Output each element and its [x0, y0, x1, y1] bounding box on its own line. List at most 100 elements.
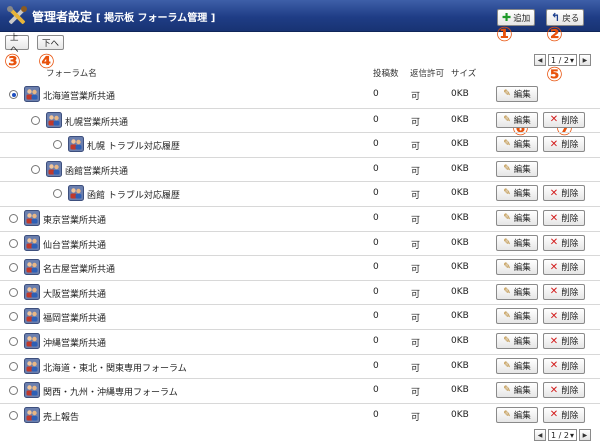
edit-button[interactable]: ✎ 編集 — [496, 308, 538, 325]
forum-size: 0KB — [451, 262, 469, 273]
delete-button[interactable]: ✕ 削除 — [543, 185, 585, 202]
forum-select-radio[interactable] — [9, 238, 18, 248]
edit-button[interactable]: ✎ 編集 — [496, 283, 538, 300]
page-title-text: 管理者設定 — [32, 10, 93, 24]
forum-group-icon — [46, 160, 62, 177]
edit-button-label: 編集 — [513, 337, 531, 347]
forum-select-radio[interactable] — [53, 189, 62, 199]
callout-5: ⑤ — [546, 62, 563, 86]
x-icon: ✕ — [549, 409, 559, 421]
edit-button[interactable]: ✎ 編集 — [496, 185, 538, 202]
forum-row[interactable]: 北海道営業所共通 0 可 0KB ✎ 編集 — [0, 83, 600, 108]
delete-button[interactable]: ✕ 削除 — [543, 136, 585, 153]
forum-reply-permission: 可 — [411, 289, 421, 300]
forum-select-radio[interactable] — [31, 164, 40, 174]
chevron-down-icon: ▾ — [569, 55, 574, 65]
pencil-icon: ✎ — [503, 89, 511, 99]
forum-row[interactable]: 福岡営業所共通 0 可 0KB ✎ 編集 ✕ 削除 — [0, 304, 600, 329]
forum-row[interactable]: 札幌 トラブル対応履歴 0 可 0KB ✎ 編集 ✕ 削除 — [0, 132, 600, 157]
forum-row[interactable]: 名古屋営業所共通 0 可 0KB ✎ 編集 ✕ 削除 — [0, 255, 600, 280]
pencil-icon: ✎ — [503, 262, 511, 273]
forum-size: 0KB — [451, 163, 469, 174]
forum-select-radio[interactable] — [9, 410, 18, 420]
edit-button[interactable]: ✎ 編集 — [496, 382, 538, 399]
forum-select-radio[interactable] — [9, 263, 18, 273]
delete-button[interactable]: ✕ 削除 — [543, 283, 585, 300]
edit-button[interactable]: ✎ 編集 — [496, 86, 538, 102]
forum-select-radio[interactable] — [9, 361, 18, 371]
forum-row[interactable]: 札幌営業所共通 0 可 0KB ✎ 編集 ✕ 削除 — [0, 107, 600, 133]
pencil-icon: ✎ — [503, 311, 511, 322]
forum-select-radio[interactable] — [31, 115, 40, 125]
forum-group-icon — [68, 136, 84, 153]
forum-select-radio[interactable] — [9, 287, 18, 297]
forum-name: 福岡営業所共通 — [43, 314, 107, 325]
delete-button[interactable]: ✕ 削除 — [543, 357, 585, 374]
next-page-button[interactable]: ▶ — [578, 54, 591, 66]
forum-group-icon — [24, 357, 40, 374]
edit-button[interactable]: ✎ 編集 — [496, 333, 538, 349]
move-up-button[interactable]: 上へ — [5, 33, 29, 55]
delete-button[interactable]: ✕ 削除 — [543, 333, 585, 349]
delete-button-label: 削除 — [561, 140, 579, 151]
delete-button[interactable]: ✕ 削除 — [543, 111, 585, 128]
page-subtitle: [ 掲示板 フォーラム管理 ] — [96, 13, 216, 24]
edit-button[interactable]: ✎ 編集 — [496, 234, 538, 251]
forum-row[interactable]: 北海道・東北・関東専用フォーラム 0 可 0KB ✎ 編集 ✕ 削除 — [0, 353, 600, 379]
next-page-button-bottom[interactable]: ▶ — [578, 429, 591, 441]
forum-row[interactable]: 函館営業所共通 0 可 0KB ✎ 編集 — [0, 156, 600, 182]
forum-row[interactable]: 東京営業所共通 0 可 0KB ✎ 編集 ✕ 削除 — [0, 206, 600, 231]
forum-name: 沖縄営業所共通 — [43, 339, 107, 349]
edit-button[interactable]: ✎ 編集 — [496, 111, 538, 128]
pencil-icon: ✎ — [503, 139, 511, 150]
delete-button[interactable]: ✕ 削除 — [543, 234, 585, 251]
pencil-icon: ✎ — [503, 385, 511, 396]
prev-page-button[interactable]: ◀ — [534, 54, 546, 66]
x-icon: ✕ — [549, 114, 559, 126]
forum-size: 0KB — [451, 213, 469, 223]
forum-name: 函館営業所共通 — [65, 166, 129, 177]
delete-button[interactable]: ✕ 削除 — [543, 308, 585, 325]
forum-select-radio[interactable] — [9, 312, 18, 322]
forum-select-radio[interactable] — [9, 337, 18, 346]
edit-button-label: 編集 — [513, 386, 531, 397]
edit-button[interactable]: ✎ 編集 — [496, 357, 538, 374]
delete-button[interactable]: ✕ 削除 — [543, 382, 585, 399]
forum-row[interactable]: 函館 トラブル対応履歴 0 可 0KB ✎ 編集 ✕ 削除 — [0, 181, 600, 206]
edit-button[interactable]: ✎ 編集 — [496, 136, 538, 153]
delete-button-label: 削除 — [561, 238, 579, 249]
pencil-icon: ✎ — [503, 188, 511, 199]
prev-page-button-bottom[interactable]: ◀ — [534, 429, 546, 441]
edit-button[interactable]: ✎ 編集 — [496, 160, 538, 177]
forum-select-radio[interactable] — [9, 214, 18, 223]
forum-select-radio[interactable] — [9, 90, 18, 99]
page-select-bottom[interactable]: 1 / 2 ▾ — [548, 429, 577, 441]
callout-2: ② — [546, 22, 563, 46]
forum-row[interactable]: 大阪営業所共通 0 可 0KB ✎ 編集 ✕ 削除 — [0, 279, 600, 305]
forum-row[interactable]: 関西・九州・沖縄専用フォーラム 0 可 0KB ✎ 編集 ✕ 削除 — [0, 378, 600, 403]
move-down-button[interactable]: 下へ — [37, 35, 64, 50]
page-select[interactable]: 1 / 2 ▾ — [548, 54, 577, 66]
forum-post-count: 0 — [373, 188, 379, 199]
forum-reply-permission: 可 — [411, 92, 421, 102]
delete-button[interactable]: ✕ 削除 — [543, 406, 585, 423]
forum-select-radio[interactable] — [53, 140, 62, 150]
forum-size: 0KB — [451, 286, 469, 297]
forum-reply-permission: 可 — [411, 339, 421, 349]
edit-button[interactable]: ✎ 編集 — [496, 259, 538, 276]
forum-size: 0KB — [451, 360, 469, 371]
delete-button[interactable]: ✕ 削除 — [543, 259, 585, 276]
forum-row[interactable]: 売上報告 0 可 0KB ✎ 編集 ✕ 削除 — [0, 402, 600, 428]
forum-reply-permission: 可 — [411, 240, 421, 251]
tools-icon — [7, 6, 27, 25]
x-icon: ✕ — [549, 286, 559, 298]
pencil-icon: ✎ — [503, 360, 511, 371]
delete-button[interactable]: ✕ 削除 — [543, 210, 585, 226]
column-header-posts: 投稿数 — [373, 69, 399, 79]
forum-select-radio[interactable] — [9, 386, 18, 396]
edit-button[interactable]: ✎ 編集 — [496, 210, 538, 226]
forum-row[interactable]: 仙台営業所共通 0 可 0KB ✎ 編集 ✕ 削除 — [0, 230, 600, 256]
forum-name: 函館 トラブル対応履歴 — [87, 191, 180, 202]
forum-row[interactable]: 沖縄営業所共通 0 可 0KB ✎ 編集 ✕ 削除 — [0, 329, 600, 354]
edit-button[interactable]: ✎ 編集 — [496, 406, 538, 423]
